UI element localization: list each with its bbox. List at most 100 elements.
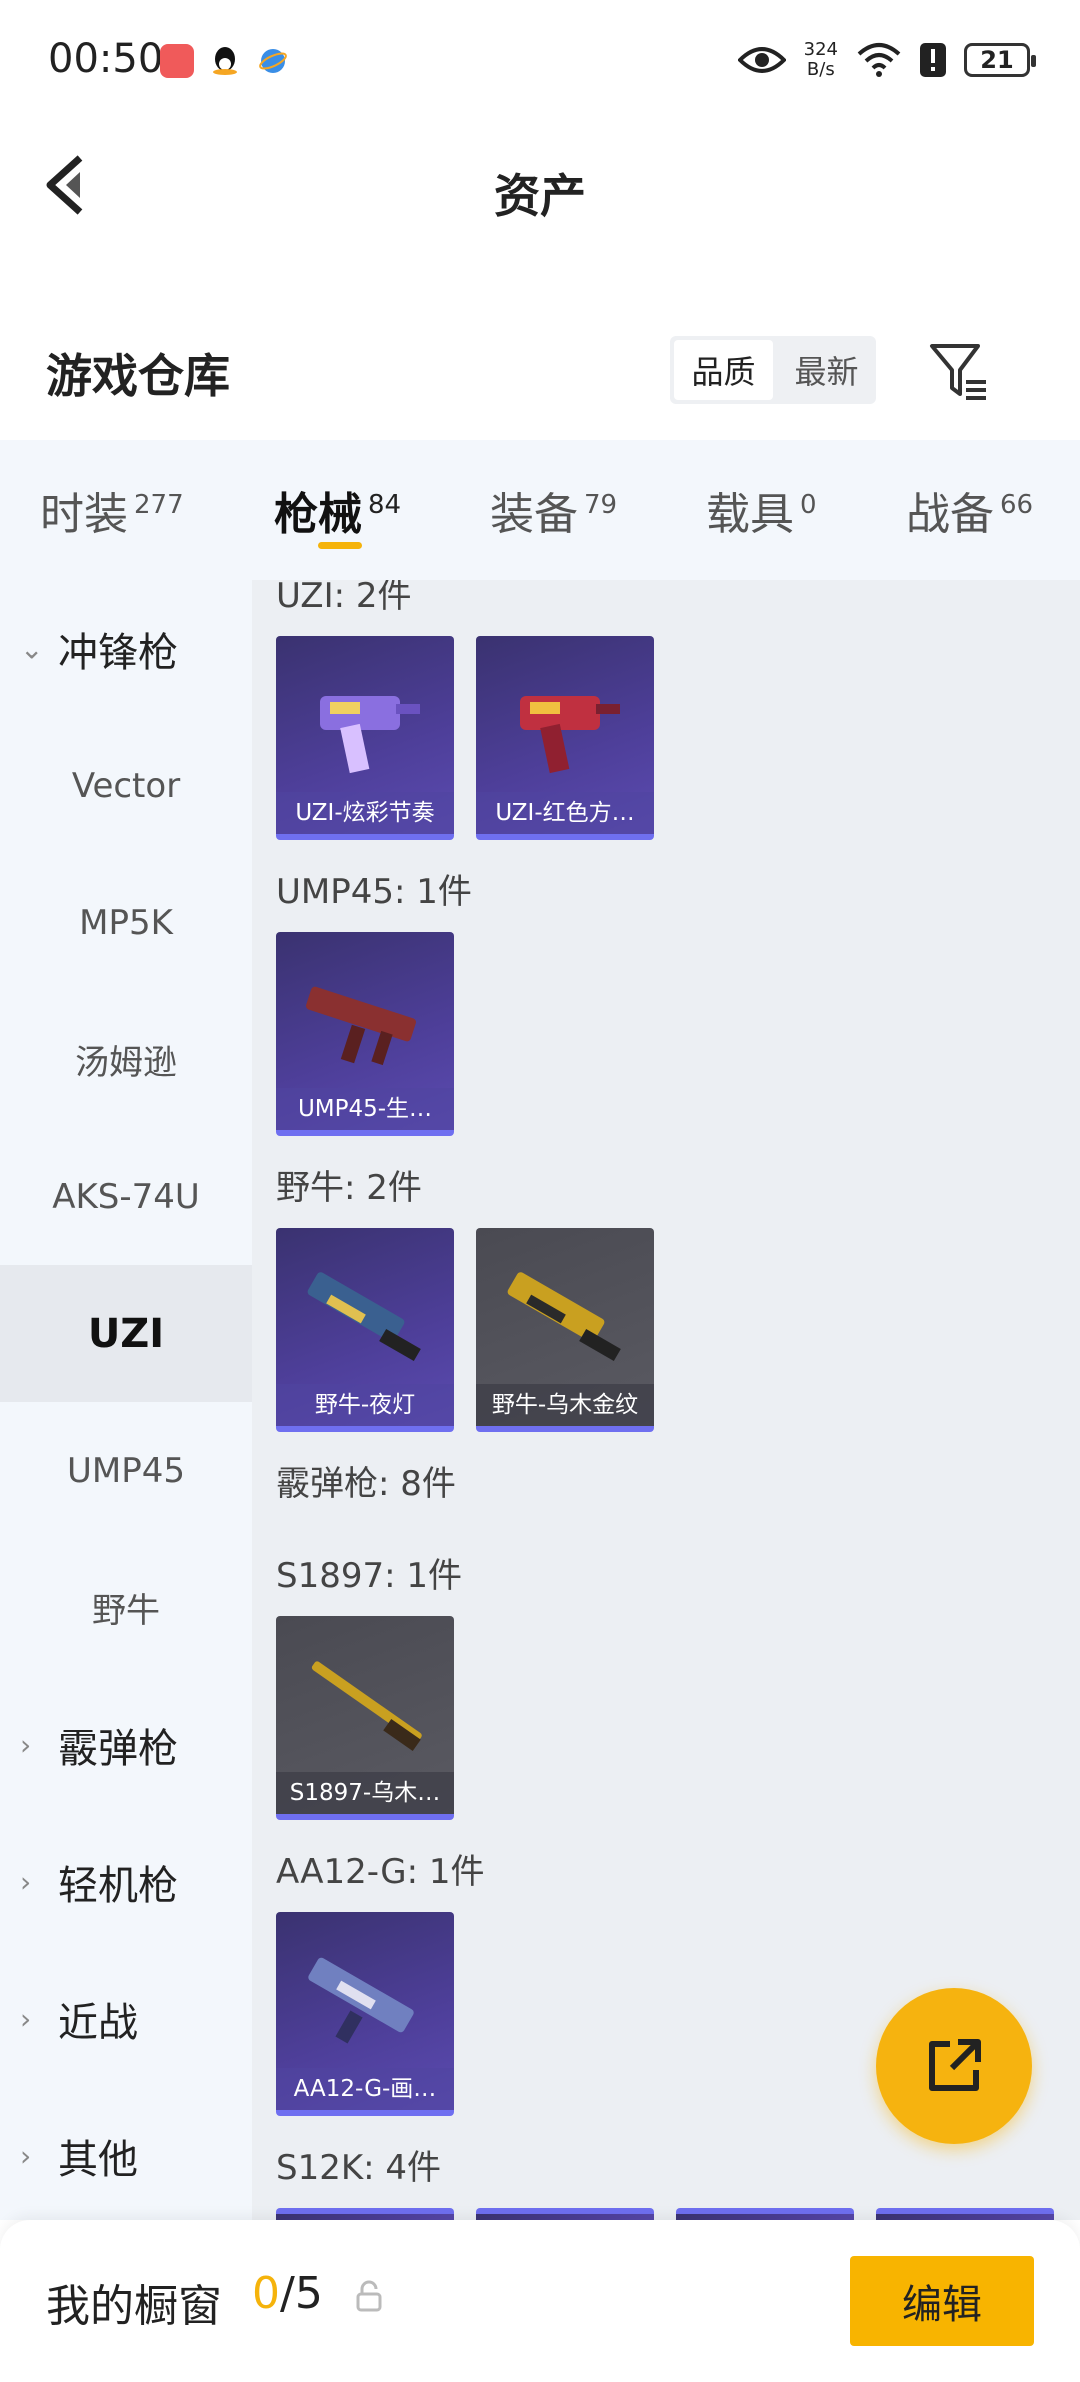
sidebar-item-uzi[interactable]: UZI [0,1265,252,1402]
section-label: AA12-G: 1件 [276,1852,485,1892]
wifi-icon [857,43,901,77]
sort-option-quality[interactable]: 品质 [674,340,773,400]
smg-skin-icon [520,696,620,774]
item-card[interactable] [676,2208,854,2220]
item-card[interactable]: UMP45-生… [276,932,454,1136]
page-title: 资产 [494,169,586,223]
edit-button[interactable]: 编辑 [850,2256,1034,2346]
showcase-count: 0/5 [252,2268,323,2319]
item-card[interactable] [276,2208,454,2220]
item-card[interactable] [476,2208,654,2220]
sidebar-item-aks74u[interactable]: AKS-74U [0,1128,252,1265]
smg-skin-icon [307,1272,421,1362]
smg-skin-icon [320,696,420,774]
warehouse-header: 游戏仓库 品质 最新 [0,320,1080,440]
sidebar-item-label: Vector [71,765,181,806]
battery-level: 21 [980,46,1014,74]
eye-icon [737,47,786,73]
sidebar-item-ump45[interactable]: UMP45 [0,1402,252,1539]
sidebar-item-label: 霰弹枪 [58,1725,178,1772]
smg-skin-icon [507,1272,621,1362]
showcase-bar: 我的橱窗 0/5 编辑 [0,2220,1080,2382]
browser-icon [256,44,290,78]
tab-count: 0 [800,490,817,521]
tab-label: 时装 [40,489,128,540]
share-external-icon [929,2039,981,2091]
item-name: UZI-炫彩节奏 [276,792,454,834]
tab-fashion[interactable]: 时装 277 [40,478,184,542]
sidebar-group-other[interactable]: › 其他 [0,2087,252,2224]
tab-label: 枪械 [274,489,362,540]
section-label: 野牛: 2件 [276,1168,422,1208]
sort-option-latest[interactable]: 最新 [777,336,876,404]
item-name: S1897-乌木… [276,1772,454,1814]
sidebar-item-label: 汤姆逊 [75,1043,177,1083]
sidebar-item-label: UMP45 [67,1450,185,1491]
item-card[interactable]: S1897-乌木… [276,1616,454,1820]
item-name: UZI-红色方… [476,792,654,834]
item-card[interactable]: UZI-炫彩节奏 [276,636,454,840]
sidebar-item-bizon[interactable]: 野牛 [0,1539,252,1676]
section-label: UMP45: 1件 [276,872,472,912]
warehouse-title: 游戏仓库 [46,349,230,403]
sidebar-item-vector[interactable]: Vector [0,717,252,854]
tab-count: 79 [584,490,618,521]
sidebar-item-mp5k[interactable]: MP5K [0,854,252,991]
chevron-down-icon: ⌄ [20,632,44,665]
tab-tactical[interactable]: 战备 66 [906,478,1033,542]
filter-icon[interactable] [928,340,990,402]
item-name: UMP45-生… [276,1088,454,1130]
showcase-label: 我的橱窗 [46,2281,222,2332]
tab-label: 装备 [490,489,578,540]
showcase-total: 5 [294,2268,323,2319]
chevron-right-icon: › [20,2139,32,2172]
sidebar-group-lmg[interactable]: › 轻机枪 [0,1813,252,1950]
share-fab[interactable] [876,1988,1032,2144]
sidebar-group-melee[interactable]: › 近战 [0,1950,252,2087]
shotgun-skin-icon [308,1957,414,2044]
sidebar-item-label: 野牛 [92,1591,160,1631]
section-label: UZI: 2件 [276,580,412,616]
notification-app-icon [160,44,194,78]
net-speed-unit: B/s [806,59,835,80]
item-grid: UZI: 2件 UZI-炫彩节奏 UZI-红色方… UMP45: 1件 UMP4… [252,580,1080,2220]
shotgun-skin-icon [311,1661,422,1752]
item-card[interactable] [876,2208,1054,2220]
sidebar-item-label: AKS-74U [52,1176,200,1217]
sidebar-item-label: 冲锋枪 [58,629,178,676]
sort-toggle: 品质 最新 [670,336,876,404]
tab-label: 载具 [706,489,794,540]
sidebar-item-label: 其他 [58,2136,138,2183]
tab-count: 84 [368,490,402,521]
lock-icon [356,2280,382,2312]
sidebar-item-label: MP5K [79,902,173,943]
item-card[interactable]: UZI-红色方… [476,636,654,840]
sidebar-item-label: 近战 [58,1999,138,2046]
showcase-current: 0 [252,2268,280,2319]
item-card[interactable]: 野牛-夜灯 [276,1228,454,1432]
showcase-separator: / [280,2268,295,2319]
tab-guns[interactable]: 枪械 84 [274,478,401,542]
section-label: S12K: 4件 [276,2148,442,2188]
net-speed: 324 B/s [804,40,838,80]
tab-count: 277 [134,490,184,521]
chevron-right-icon: › [20,1865,32,1898]
section-label: S1897: 1件 [276,1556,463,1596]
sidebar-item-thompson[interactable]: 汤姆逊 [0,991,252,1128]
sidebar-item-label: UZI [87,1310,165,1357]
item-card[interactable]: AA12-G-画… [276,1912,454,2116]
item-card[interactable]: 野牛-乌木金纹 [476,1228,654,1432]
item-name: 野牛-夜灯 [276,1384,454,1426]
smg-skin-icon [306,986,416,1066]
status-right-group: 324 B/s 21 [737,40,1036,80]
sidebar-group-smg[interactable]: ⌄ 冲锋枪 [0,580,252,717]
net-speed-value: 324 [803,39,838,60]
sidebar-group-shotgun[interactable]: › 霰弹枪 [0,1676,252,1813]
section-label: 霰弹枪: 8件 [276,1464,456,1504]
tab-vehicles[interactable]: 载具 0 [706,478,817,542]
item-name: 野牛-乌木金纹 [476,1384,654,1426]
active-tab-indicator [318,542,362,549]
tab-equipment[interactable]: 装备 79 [490,478,617,542]
sidebar-item-label: 轻机枪 [58,1862,178,1909]
tab-count: 66 [1000,490,1034,521]
